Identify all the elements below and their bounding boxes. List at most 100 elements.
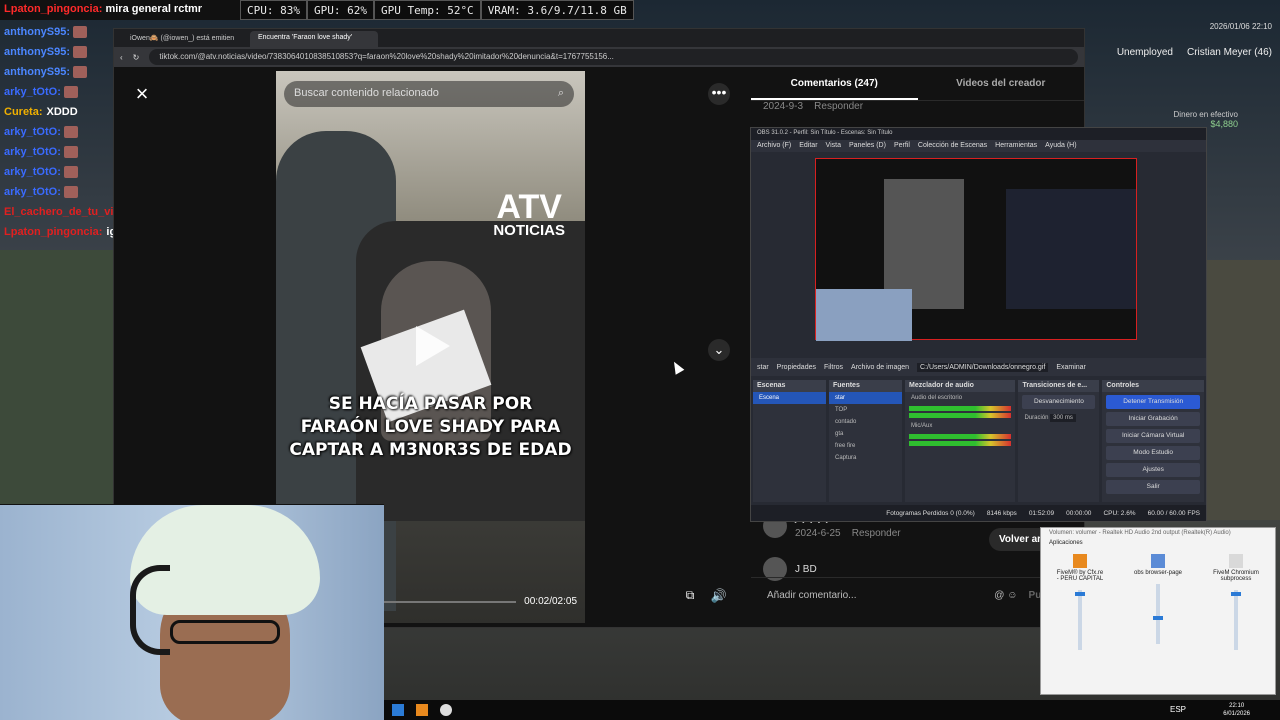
volume-icon[interactable]: 🔊 <box>708 588 730 610</box>
vram-stat: VRAM: 3.6/9.7/11.8 GB <box>480 0 634 20</box>
obs-icon[interactable] <box>440 704 452 716</box>
url-field[interactable]: tiktok.com/@atv.noticias/video/738306401… <box>149 49 1078 65</box>
record-time: 00:00:00 <box>1066 509 1092 517</box>
mixer-app: FiveM Chromium subprocess <box>1211 554 1261 650</box>
video-search-input[interactable]: Buscar contenido relacionado ⌕ <box>284 81 574 107</box>
tab-comments[interactable]: Comentarios (247) <box>751 67 918 100</box>
more-options-icon[interactable]: ••• <box>708 83 730 105</box>
hud-date: 2026/01/06 <box>1209 22 1250 31</box>
stop-stream-button[interactable]: Detener Transmisión <box>1106 395 1200 409</box>
transition-select[interactable]: Desvanecimiento <box>1022 395 1096 409</box>
gpu-stat: GPU: 62% <box>306 0 374 20</box>
menu-scene-collection[interactable]: Colección de Escenas <box>918 142 987 150</box>
scenes-header: Escenas <box>753 380 826 392</box>
scene-item[interactable]: Escena <box>753 392 826 404</box>
hud-time: 22:10 <box>1251 22 1272 31</box>
emote-icon <box>73 46 88 58</box>
mixer-header: Volumen: volumer - Realtek HD Audio 2nd … <box>1049 530 1231 536</box>
source-item[interactable]: Captura <box>829 452 902 464</box>
obs-title: OBS 31.0.2 - Perfil: Sin Título - Escena… <box>751 128 1206 140</box>
chat-user: anthonyS95: <box>4 26 71 38</box>
hud-job: Unemployed <box>1116 47 1173 58</box>
slider-knob[interactable] <box>1231 592 1241 596</box>
source-item[interactable]: contado <box>829 416 902 428</box>
controls-dock: Controles Detener Transmisión Iniciar Gr… <box>1102 380 1204 502</box>
tab-tiktok[interactable]: Encuentra 'Faraon love shady' <box>250 31 378 47</box>
emote-icon <box>63 126 78 138</box>
start-virtual-cam-button[interactable]: Iniciar Cámara Virtual <box>1106 429 1200 443</box>
mixer-apps: FiveM® by Cfx.re - PERU CAPITAL obs brow… <box>1041 546 1275 650</box>
controls-header: Controles <box>1102 380 1204 392</box>
back-icon[interactable]: ‹ <box>120 53 123 62</box>
browse-button[interactable]: Examinar <box>1056 364 1086 371</box>
studio-mode-button[interactable]: Modo Estudio <box>1106 446 1200 460</box>
taskbar-clock[interactable]: 22:10 6/01/2026 <box>1223 702 1250 718</box>
menu-file[interactable]: Archivo (F) <box>757 142 791 150</box>
webcam-feed <box>0 504 384 720</box>
source-item[interactable]: TOP <box>829 404 902 416</box>
marquee-user: Lpaton_pingoncia: <box>4 3 103 15</box>
taskbar-time: 22:10 <box>1229 703 1245 709</box>
game-hud: 2026/01/06 22:10 Unemployed Cristian Mey… <box>1117 22 1272 58</box>
reply-link[interactable]: Responder <box>814 101 863 112</box>
chevron-down-icon[interactable]: ⌄ <box>708 339 730 361</box>
hud-player: Cristian Meyer (46) <box>1186 47 1272 58</box>
slider-knob[interactable] <box>1153 616 1163 620</box>
sources-header: Fuentes <box>829 380 902 392</box>
chromium-icon <box>1229 554 1243 568</box>
tab-creator-videos[interactable]: Videos del creador <box>918 67 1085 100</box>
tab-iowen[interactable]: iOwen🙈 (@iowen_) está emitien <box>122 31 250 47</box>
chat-user: arky_tOtO: <box>4 86 61 98</box>
reply-link[interactable]: Responder <box>852 528 901 539</box>
steam-icon[interactable] <box>392 704 404 716</box>
menu-edit[interactable]: Editar <box>799 142 817 150</box>
settings-button[interactable]: Ajustes <box>1106 463 1200 477</box>
source-item[interactable]: star <box>829 392 902 404</box>
volume-slider[interactable] <box>1153 584 1163 644</box>
image-path-field[interactable]: C:/Users/ADMIN/Downloads/onnegro.gif <box>917 362 1049 372</box>
reload-icon[interactable]: ↻ <box>133 53 140 62</box>
exit-button[interactable]: Salir <box>1106 480 1200 494</box>
emoji-icon[interactable]: ☺ <box>1007 590 1017 601</box>
mic-meter <box>909 434 1012 439</box>
emote-icon <box>63 186 78 198</box>
properties-button[interactable]: Propiedades <box>777 364 816 371</box>
tab-bar: iOwen🙈 (@iowen_) está emitien Encuentra … <box>114 29 1084 47</box>
emote-icon <box>63 86 78 98</box>
obs-preview[interactable] <box>815 158 1137 341</box>
video-time: 00:02/02:05 <box>524 596 577 607</box>
sources-dock: Fuentes star TOP contado gta free fire C… <box>829 380 902 502</box>
menu-tools[interactable]: Herramientas <box>995 142 1037 150</box>
mention-icon[interactable]: @ <box>994 590 1004 601</box>
emote-icon <box>63 146 78 158</box>
start-recording-button[interactable]: Iniciar Grabación <box>1106 412 1200 426</box>
picture-in-picture-icon[interactable]: ⧉ <box>680 588 700 610</box>
menu-docks[interactable]: Paneles (D) <box>849 142 886 150</box>
close-icon[interactable]: × <box>130 83 154 107</box>
play-icon[interactable] <box>416 326 450 366</box>
menu-view[interactable]: Vista <box>826 142 841 150</box>
comment-placeholder: Añadir comentario... <box>767 590 857 601</box>
comment-input[interactable]: Añadir comentario... @ ☺ Publicar <box>751 577 1084 613</box>
menu-help[interactable]: Ayuda (H) <box>1045 142 1076 150</box>
desktop-audio-label: Audio del escritorio <box>911 395 963 401</box>
video-progress-bar[interactable] <box>376 601 516 603</box>
slider-knob[interactable] <box>1075 592 1085 596</box>
volume-slider[interactable] <box>1231 590 1241 650</box>
comment-author[interactable]: J BD <box>795 564 817 575</box>
chat-user: arky_tOtO: <box>4 146 61 158</box>
duration-field[interactable]: 300 ms <box>1050 414 1076 422</box>
source-item[interactable]: gta <box>829 428 902 440</box>
taskbar: ESP 22:10 6/01/2026 <box>384 700 1280 720</box>
obs-docks: Escenas Escena Fuentes star TOP contado … <box>751 380 1206 502</box>
source-item[interactable]: free fire <box>829 440 902 452</box>
menu-profile[interactable]: Perfil <box>894 142 910 150</box>
preview-nested-obs <box>1006 189 1136 309</box>
mic-label: Mic/Aux <box>911 423 933 429</box>
filters-button[interactable]: Filtros <box>824 364 843 371</box>
volume-slider[interactable] <box>1075 590 1085 650</box>
fivem-icon <box>1073 554 1087 568</box>
volume-mixer: Volumen: volumer - Realtek HD Audio 2nd … <box>1040 527 1276 695</box>
lang-indicator[interactable]: ESP <box>1170 705 1186 714</box>
fivem-icon[interactable] <box>416 704 428 716</box>
